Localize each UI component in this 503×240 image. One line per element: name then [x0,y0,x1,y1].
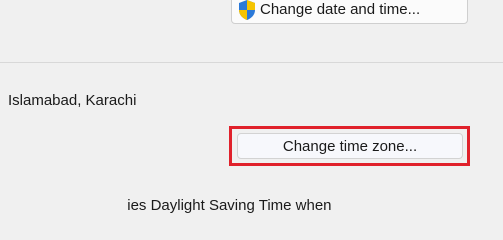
datetime-settings-panel: Change date and time... Islamabad, Karac… [0,0,503,214]
change-date-time-button[interactable]: Change date and time... [231,0,468,24]
change-time-zone-label: Change time zone... [282,137,418,155]
change-time-zone-button[interactable]: Change time zone... [237,133,463,159]
highlight-box: Change time zone... [229,126,470,166]
change-date-time-label: Change date and time... [260,0,421,18]
section-divider [0,62,503,63]
current-time-zone: Islamabad, Karachi [8,92,137,109]
dst-notice: Setting applies to ies Daylight Saving T… [8,197,332,214]
dst-notice-text: ies Daylight Saving Time when [127,197,332,214]
shield-icon [237,0,257,21]
